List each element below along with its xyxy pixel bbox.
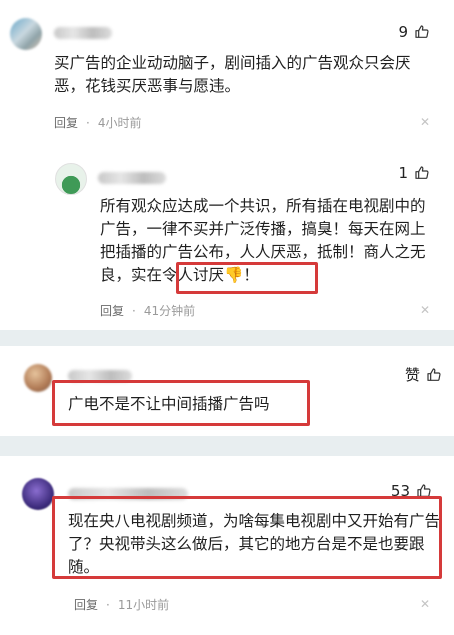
username[interactable] xyxy=(54,27,112,39)
avatar[interactable] xyxy=(55,163,87,195)
highlight-box xyxy=(52,380,310,426)
comment-card-1: 9 买广告的企业动动脑子，剧间插入的广告观众只会厌恶，花钱买厌恶事与愿违。 回复… xyxy=(0,0,454,330)
close-icon[interactable]: ✕ xyxy=(420,115,430,129)
separator xyxy=(0,436,454,456)
highlight-box xyxy=(52,496,442,579)
comment-text: 买广告的企业动动脑子，剧间插入的广告观众只会厌恶，花钱买厌恶事与愿违。 xyxy=(54,54,411,95)
close-icon[interactable]: ✕ xyxy=(420,597,430,611)
username[interactable] xyxy=(98,172,166,184)
comment-card-2: 赞 广电不是不让中间插播广告吗 xyxy=(0,346,454,436)
comment-card-3: 53 现在央八电视剧频道，为啥每集电视剧中又开始有广告了？央视带头这么做后，其它… xyxy=(0,456,454,635)
avatar[interactable] xyxy=(10,18,42,50)
like-count: 9 xyxy=(398,23,408,41)
meta-dot: · xyxy=(86,115,90,130)
thumbs-up-icon xyxy=(427,367,441,381)
comment-meta: 回复 · 4小时前 xyxy=(54,114,141,131)
close-icon[interactable]: ✕ xyxy=(420,303,430,317)
separator xyxy=(0,330,454,346)
reply-meta: 回复 · 41分钟前 xyxy=(100,302,195,319)
highlight-box xyxy=(176,262,318,294)
reply-button[interactable]: 回复 xyxy=(100,302,124,319)
like-button[interactable]: 9 xyxy=(398,23,430,41)
meta-dot: · xyxy=(106,597,110,612)
meta-dot: · xyxy=(132,303,136,318)
timestamp: 4小时前 xyxy=(97,116,142,130)
like-button[interactable]: 1 xyxy=(398,164,430,182)
comment-meta: 回复 · 11小时前 xyxy=(74,596,169,613)
reply-button[interactable]: 回复 xyxy=(74,596,98,613)
like-button[interactable]: 赞 xyxy=(405,364,442,385)
avatar[interactable] xyxy=(24,364,52,392)
like-count: 1 xyxy=(398,164,408,182)
thumbs-up-icon xyxy=(415,166,429,179)
avatar[interactable] xyxy=(22,478,54,510)
timestamp: 41分钟前 xyxy=(143,304,196,318)
timestamp: 11小时前 xyxy=(117,598,170,612)
thumbs-up-icon xyxy=(415,25,429,38)
like-label: 赞 xyxy=(404,366,420,384)
reply-button[interactable]: 回复 xyxy=(54,114,78,131)
